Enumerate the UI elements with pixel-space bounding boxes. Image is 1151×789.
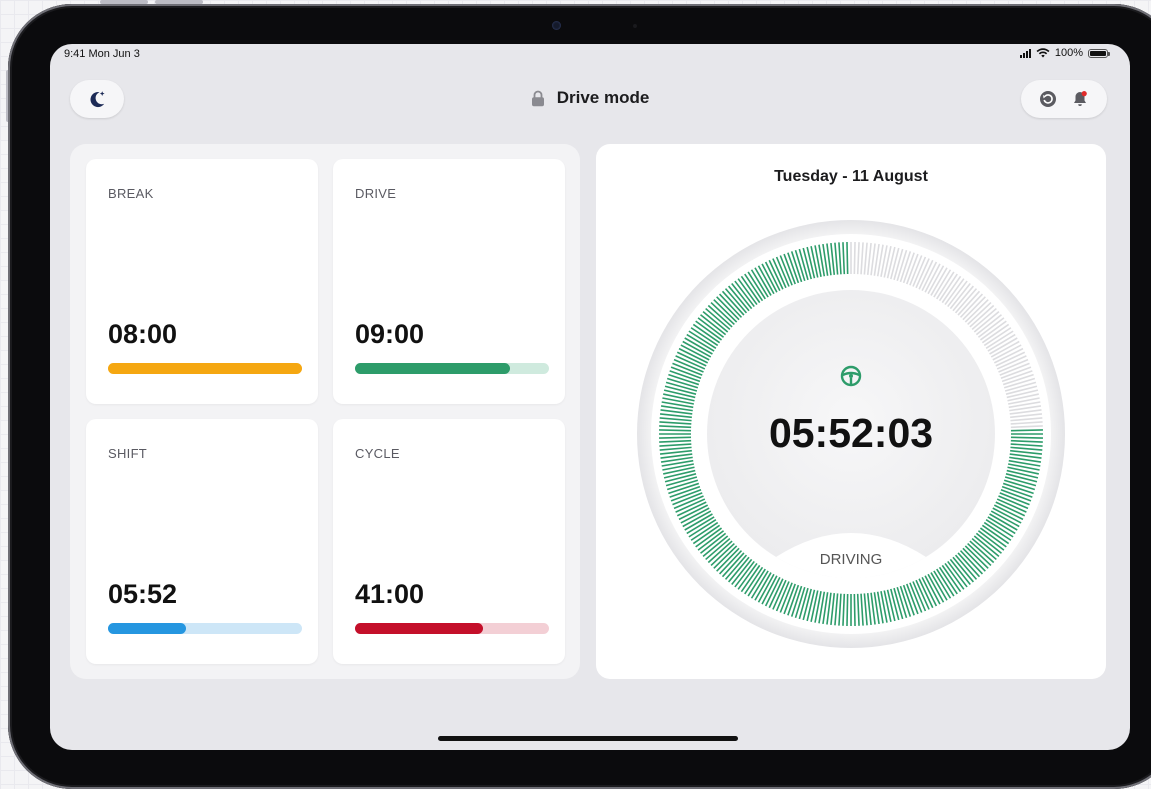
card-value: 05:52 bbox=[108, 579, 178, 609]
page-title-text: Drive mode bbox=[556, 88, 650, 107]
drive-timer-panel: Tuesday - 11 August 05:52:03 DRIVING bbox=[596, 144, 1106, 679]
battery-icon bbox=[1088, 48, 1110, 58]
card-value: 41:00 bbox=[355, 579, 425, 609]
status-indicators: 100% bbox=[1019, 47, 1110, 59]
front-camera bbox=[552, 21, 561, 30]
dial-tick-active bbox=[1010, 429, 1043, 432]
hours-summary-panel: BREAK 08:00 DRIVE 09:00 SHIFT 05:52 CYCL… bbox=[70, 144, 580, 679]
history-icon[interactable] bbox=[1039, 90, 1057, 108]
progress-track bbox=[108, 363, 302, 374]
progress-fill bbox=[355, 363, 511, 374]
progress-fill bbox=[355, 623, 484, 634]
battery-percent: 100% bbox=[1054, 47, 1083, 59]
cycle-card[interactable]: CYCLE 41:00 bbox=[333, 419, 565, 664]
wifi-icon bbox=[1036, 48, 1050, 58]
drive-timer: 05:52:03 bbox=[769, 410, 933, 456]
dial-tick-active bbox=[659, 429, 692, 432]
lock-icon bbox=[531, 90, 544, 106]
status-badge: DRIVING bbox=[820, 551, 883, 568]
progress-fill bbox=[108, 623, 186, 634]
card-label: BREAK bbox=[108, 186, 154, 201]
drive-card[interactable]: DRIVE 09:00 bbox=[333, 159, 565, 404]
dial-tick-active bbox=[659, 436, 692, 439]
dial-tick-active bbox=[846, 593, 849, 626]
dial-tick-active bbox=[846, 242, 849, 275]
progress-track bbox=[355, 363, 549, 374]
screen: 9:41 Mon Jun 3 100% Drive mode BREAK 08:… bbox=[50, 44, 1130, 750]
drive-dial: 05:52:03 DRIVING bbox=[637, 220, 1065, 648]
card-label: SHIFT bbox=[108, 446, 148, 461]
card-value: 08:00 bbox=[108, 319, 178, 349]
home-indicator bbox=[438, 736, 738, 741]
dial-tick-inactive bbox=[853, 242, 856, 275]
status-time: 9:41 Mon Jun 3 bbox=[64, 48, 140, 60]
break-card[interactable]: BREAK 08:00 bbox=[86, 159, 318, 404]
header-actions bbox=[1021, 80, 1107, 118]
page-title: Drive mode bbox=[50, 88, 1130, 108]
progress-fill bbox=[108, 363, 302, 374]
card-label: DRIVE bbox=[355, 186, 397, 201]
bell-icon[interactable] bbox=[1071, 90, 1089, 108]
dial-tick-active bbox=[1010, 436, 1043, 439]
dial-tick-active bbox=[853, 593, 856, 626]
card-label: CYCLE bbox=[355, 446, 400, 461]
progress-track bbox=[355, 623, 549, 634]
ambient-sensor bbox=[633, 24, 637, 28]
card-value: 09:00 bbox=[355, 319, 425, 349]
shift-card[interactable]: SHIFT 05:52 bbox=[86, 419, 318, 664]
progress-track bbox=[108, 623, 302, 634]
cellular-signal-icon bbox=[1019, 48, 1031, 58]
